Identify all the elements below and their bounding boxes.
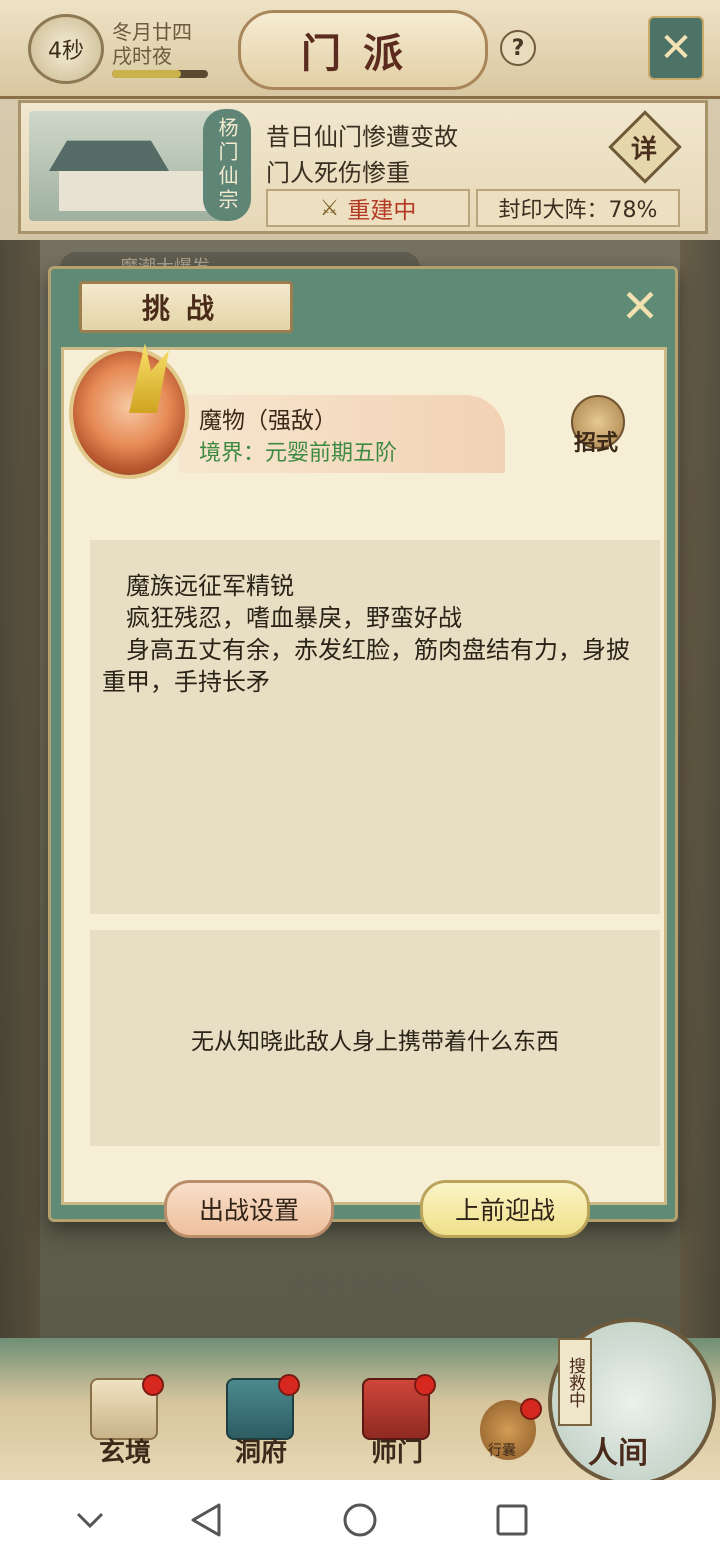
system-navigation-bar bbox=[0, 1480, 720, 1560]
nav-label: 玄境 bbox=[98, 1438, 151, 1468]
notification-dot bbox=[520, 1398, 542, 1420]
return-hint: 点击空白处返回 bbox=[290, 1272, 430, 1296]
enemy-name: 魔物（强敌） bbox=[199, 408, 337, 434]
time-of-day: 戌时夜 bbox=[112, 44, 172, 68]
temple-wall-icon bbox=[59, 171, 209, 211]
sect-image bbox=[29, 111, 229, 221]
time-progress-fill bbox=[112, 70, 182, 78]
description-line: 疯狂残忍，嗜血暴戾，野蛮好战 bbox=[126, 604, 462, 632]
dialog-title: 挑战 bbox=[79, 281, 293, 333]
rescue-status-tag: 搜救中 bbox=[558, 1338, 592, 1426]
loot-message: 无从知晓此敌人身上携带着什么东西 bbox=[191, 1029, 559, 1055]
world-label: 人间 bbox=[588, 1436, 648, 1471]
rebuild-status: ⚔ 重建中 bbox=[266, 189, 470, 227]
timer-badge: 4秒 bbox=[28, 14, 104, 84]
battle-setup-button[interactable]: 出战设置 bbox=[164, 1180, 334, 1238]
detail-button-label[interactable]: 详 bbox=[621, 127, 667, 167]
top-bar: 4秒 冬月廿四 戌时夜 门派 ? ✕ bbox=[0, 0, 720, 99]
notification-dot bbox=[278, 1374, 300, 1396]
sect-description-line2: 门人死伤惨重 bbox=[266, 159, 410, 187]
skill-button-label[interactable]: 招式 bbox=[565, 425, 627, 457]
challenge-dialog: 挑战 ✕ 魔族远征军精锐 疯狂残忍，嗜血暴戾，野蛮好战 身高五丈有余，赤发红脸，… bbox=[48, 266, 678, 1238]
time-progress-bar bbox=[112, 70, 208, 78]
rebuild-status-label: 重建中 bbox=[347, 198, 417, 224]
nav-label: 洞府 bbox=[234, 1438, 287, 1468]
bottom-navigation: 玄境 洞府 师门 行囊 人间 搜救中 bbox=[0, 1318, 720, 1486]
temple-roof-icon bbox=[49, 140, 169, 171]
sect-description-line1: 昔日仙门惨遭变故 bbox=[266, 123, 458, 151]
notification-dot bbox=[142, 1374, 164, 1396]
chevron-down-icon[interactable] bbox=[50, 1480, 130, 1560]
back-icon[interactable] bbox=[166, 1480, 246, 1560]
help-button[interactable]: ? bbox=[500, 30, 536, 66]
page-title: 门派 bbox=[238, 10, 488, 90]
nav-item-dongfu[interactable]: 洞府 bbox=[206, 1374, 316, 1474]
nav-item-xuanjing[interactable]: 玄境 bbox=[70, 1374, 180, 1474]
bag-label: 行囊 bbox=[488, 1443, 516, 1459]
loot-panel: 无从知晓此敌人身上携带着什么东西 bbox=[90, 930, 660, 1146]
close-icon[interactable]: ✕ bbox=[648, 16, 704, 80]
sect-banner[interactable]: 杨门仙宗 昔日仙门惨遭变故 门人死伤惨重 ⚔ 重建中 封印大阵：78% 详 bbox=[18, 100, 708, 234]
description-line: 魔族远征军精锐 bbox=[126, 572, 294, 600]
nav-item-shimen[interactable]: 师门 bbox=[342, 1374, 452, 1474]
nav-label: 师门 bbox=[370, 1438, 423, 1468]
enemy-description: 魔族远征军精锐 疯狂残忍，嗜血暴戾，野蛮好战 身高五丈有余，赤发红脸，筋肉盘结有… bbox=[102, 570, 650, 698]
close-icon[interactable]: ✕ bbox=[617, 279, 663, 333]
home-icon[interactable] bbox=[320, 1480, 400, 1560]
crossed-swords-icon: ⚔ bbox=[319, 195, 340, 221]
recents-icon[interactable] bbox=[472, 1480, 552, 1560]
sect-name: 杨门仙宗 bbox=[203, 109, 251, 221]
dialog-body: 魔族远征军精锐 疯狂残忍，嗜血暴戾，野蛮好战 身高五丈有余，赤发红脸，筋肉盘结有… bbox=[61, 347, 667, 1238]
enemy-portrait bbox=[69, 347, 189, 479]
seal-status: 封印大阵：78% bbox=[476, 189, 680, 227]
engage-battle-button[interactable]: 上前迎战 bbox=[420, 1180, 590, 1238]
enemy-description-panel: 魔族远征军精锐 疯狂残忍，嗜血暴戾，野蛮好战 身高五丈有余，赤发红脸，筋肉盘结有… bbox=[90, 540, 660, 914]
notification-dot bbox=[414, 1374, 436, 1396]
description-line: 身高五丈有余，赤发红脸，筋肉盘结有力，身披重甲，手持长矛 bbox=[102, 636, 630, 696]
enemy-realm: 境界：元婴前期五阶 bbox=[199, 441, 398, 466]
